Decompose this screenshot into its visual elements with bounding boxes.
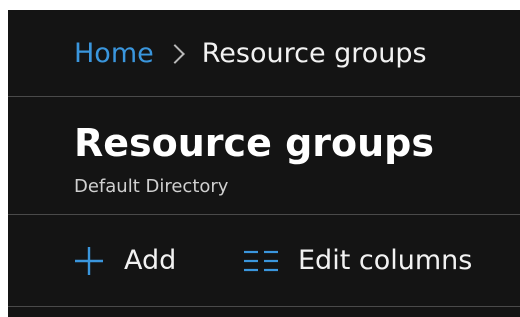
breadcrumb-current: Resource groups — [201, 38, 427, 69]
breadcrumb-home-link[interactable]: Home — [74, 38, 154, 69]
toolbar-divider — [8, 306, 520, 307]
breadcrumb: Home Resource groups — [74, 38, 427, 69]
add-button[interactable]: Add — [74, 245, 176, 276]
page-title: Resource groups — [74, 121, 434, 165]
edit-columns-label: Edit columns — [298, 245, 473, 276]
columns-icon — [244, 250, 278, 271]
header-divider — [8, 96, 520, 97]
title-divider — [8, 214, 520, 215]
chevron-right-icon — [164, 43, 185, 64]
edit-columns-button[interactable]: Edit columns — [244, 245, 472, 276]
add-button-label: Add — [124, 245, 177, 276]
page-subtitle: Default Directory — [74, 176, 229, 197]
blade-panel: Home Resource groups Resource groups Def… — [8, 10, 520, 317]
plus-icon — [75, 246, 103, 275]
